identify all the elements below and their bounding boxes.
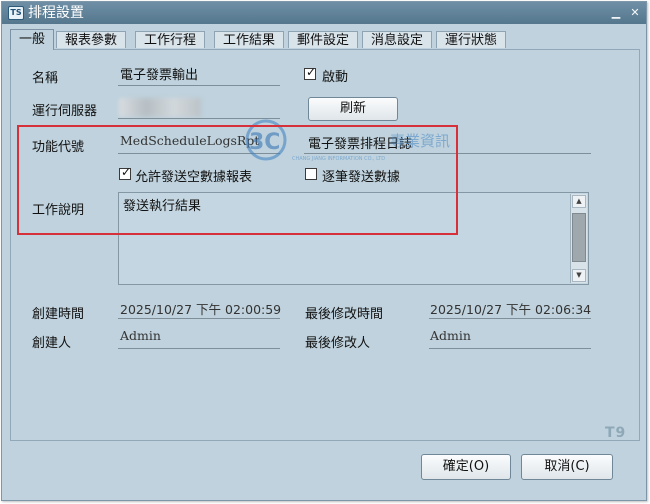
window-title: 排程設置 bbox=[28, 5, 84, 21]
tab-mail-settings[interactable]: 郵件設定 bbox=[288, 31, 359, 48]
tab-job-schedule[interactable]: 工作行程 bbox=[135, 31, 206, 48]
tab-general[interactable]: 一般 bbox=[10, 29, 55, 50]
creator-label: 創建人 bbox=[32, 336, 72, 351]
modified-time-underline bbox=[429, 318, 591, 319]
tab-strip: 一般 報表參數 工作行程 工作結果 郵件設定 消息設定 運行狀態 bbox=[10, 29, 640, 50]
name-field-underline bbox=[118, 85, 280, 86]
modifier-underline bbox=[429, 348, 591, 349]
t9-brand-logo: T9 bbox=[605, 425, 627, 441]
minimize-icon[interactable]: ▁ bbox=[608, 5, 624, 20]
created-time-label: 創建時間 bbox=[32, 307, 85, 322]
cancel-button[interactable]: 取消(C) bbox=[521, 454, 613, 480]
tab-job-results[interactable]: 工作結果 bbox=[214, 31, 285, 48]
job-desc-scrollbar[interactable]: ▲ ▼ bbox=[570, 194, 587, 283]
name-label: 名稱 bbox=[32, 71, 59, 86]
server-field-redacted[interactable] bbox=[119, 98, 201, 117]
checkmark-icon: ✓ bbox=[306, 65, 317, 79]
tab-run-status[interactable]: 運行狀態 bbox=[436, 31, 507, 48]
modified-time-value: 2025/10/27 下午 02:06:34 bbox=[430, 302, 592, 317]
ok-button[interactable]: 確定(O) bbox=[421, 454, 511, 480]
enabled-label: 啟動 bbox=[322, 70, 349, 85]
name-field[interactable]: 電子發票輸出 bbox=[120, 64, 198, 83]
created-time-value: 2025/10/27 下午 02:00:59 bbox=[120, 302, 282, 317]
tab-message-settings[interactable]: 消息設定 bbox=[362, 31, 433, 48]
creator-value: Admin bbox=[120, 328, 161, 343]
close-icon[interactable]: ✕ bbox=[627, 5, 643, 20]
enabled-checkbox[interactable]: ✓ bbox=[304, 65, 317, 80]
modifier-label: 最後修改人 bbox=[305, 336, 371, 351]
modified-time-label: 最後修改時間 bbox=[305, 307, 384, 322]
app-icon: TS bbox=[8, 6, 24, 20]
highlight-box bbox=[17, 125, 458, 235]
schedule-settings-window: TS 排程設置 ▁ ✕ 一般 報表參數 工作行程 工作結果 郵件設定 消息設定 … bbox=[1, 1, 647, 501]
tab-report-params[interactable]: 報表參數 bbox=[56, 31, 127, 48]
title-bar[interactable]: TS 排程設置 ▁ ✕ bbox=[2, 2, 646, 24]
scroll-down-icon[interactable]: ▼ bbox=[572, 269, 586, 282]
scrollbar-thumb[interactable] bbox=[572, 213, 586, 262]
creator-underline bbox=[118, 348, 280, 349]
modifier-value: Admin bbox=[430, 328, 471, 343]
created-time-underline bbox=[118, 318, 280, 319]
scroll-up-icon[interactable]: ▲ bbox=[572, 195, 586, 208]
server-label: 運行伺服器 bbox=[32, 104, 98, 119]
